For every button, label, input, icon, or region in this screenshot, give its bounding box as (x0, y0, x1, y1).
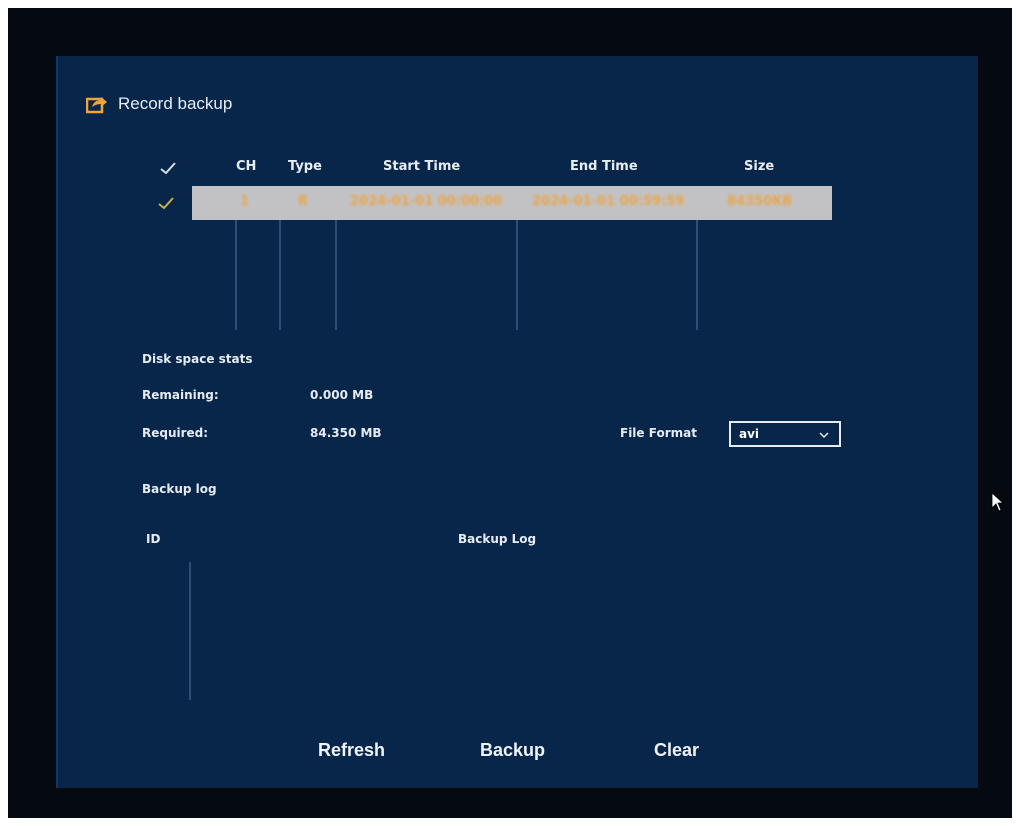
chevron-down-icon (819, 432, 829, 439)
col-header-ch: CH (236, 159, 257, 174)
screen: Record backup CH Type Start Time End Tim… (8, 8, 1012, 818)
disk-space-heading: Disk space stats (142, 352, 253, 366)
file-format-label: File Format (620, 426, 697, 440)
col-header-type: Type (288, 159, 322, 174)
record-backup-dialog: Record backup CH Type Start Time End Tim… (56, 56, 978, 788)
column-divider (235, 220, 237, 330)
cell-type: R (298, 194, 309, 209)
row-check-icon[interactable] (158, 196, 174, 210)
dialog-title: Record backup (118, 94, 233, 113)
file-format-select[interactable]: avi (729, 421, 841, 447)
column-divider (279, 220, 281, 330)
cell-ch: 1 (240, 194, 250, 209)
select-all-check-icon[interactable] (160, 161, 176, 175)
mouse-cursor-icon (991, 492, 1005, 512)
clear-button[interactable]: Clear (654, 740, 699, 761)
cell-start-time: 2024-01-01 00:00:00 (350, 194, 503, 209)
remaining-value: 0.000 MB (310, 388, 374, 402)
file-format-value: avi (739, 427, 760, 441)
log-col-id: ID (146, 532, 161, 546)
column-divider (516, 220, 518, 330)
export-icon (86, 97, 107, 114)
required-label: Required: (142, 426, 209, 440)
backup-log-heading: Backup log (142, 482, 217, 496)
column-divider (335, 220, 337, 330)
cell-end-time: 2024-01-01 00:59:59 (532, 194, 685, 209)
dialog-title-row: Record backup (86, 94, 232, 114)
col-header-end-time: End Time (570, 159, 638, 174)
cell-size: 84350KB (727, 194, 793, 209)
column-divider (696, 220, 698, 330)
refresh-button[interactable]: Refresh (318, 740, 385, 761)
table-row[interactable]: 1 R 2024-01-01 00:00:00 2024-01-01 00:59… (192, 186, 832, 220)
required-value: 84.350 MB (310, 426, 382, 440)
log-col-backup-log: Backup Log (458, 532, 537, 546)
col-header-start-time: Start Time (383, 159, 461, 174)
col-header-size: Size (744, 159, 775, 174)
log-column-divider (189, 562, 191, 700)
remaining-label: Remaining: (142, 388, 219, 402)
backup-button[interactable]: Backup (480, 740, 545, 761)
